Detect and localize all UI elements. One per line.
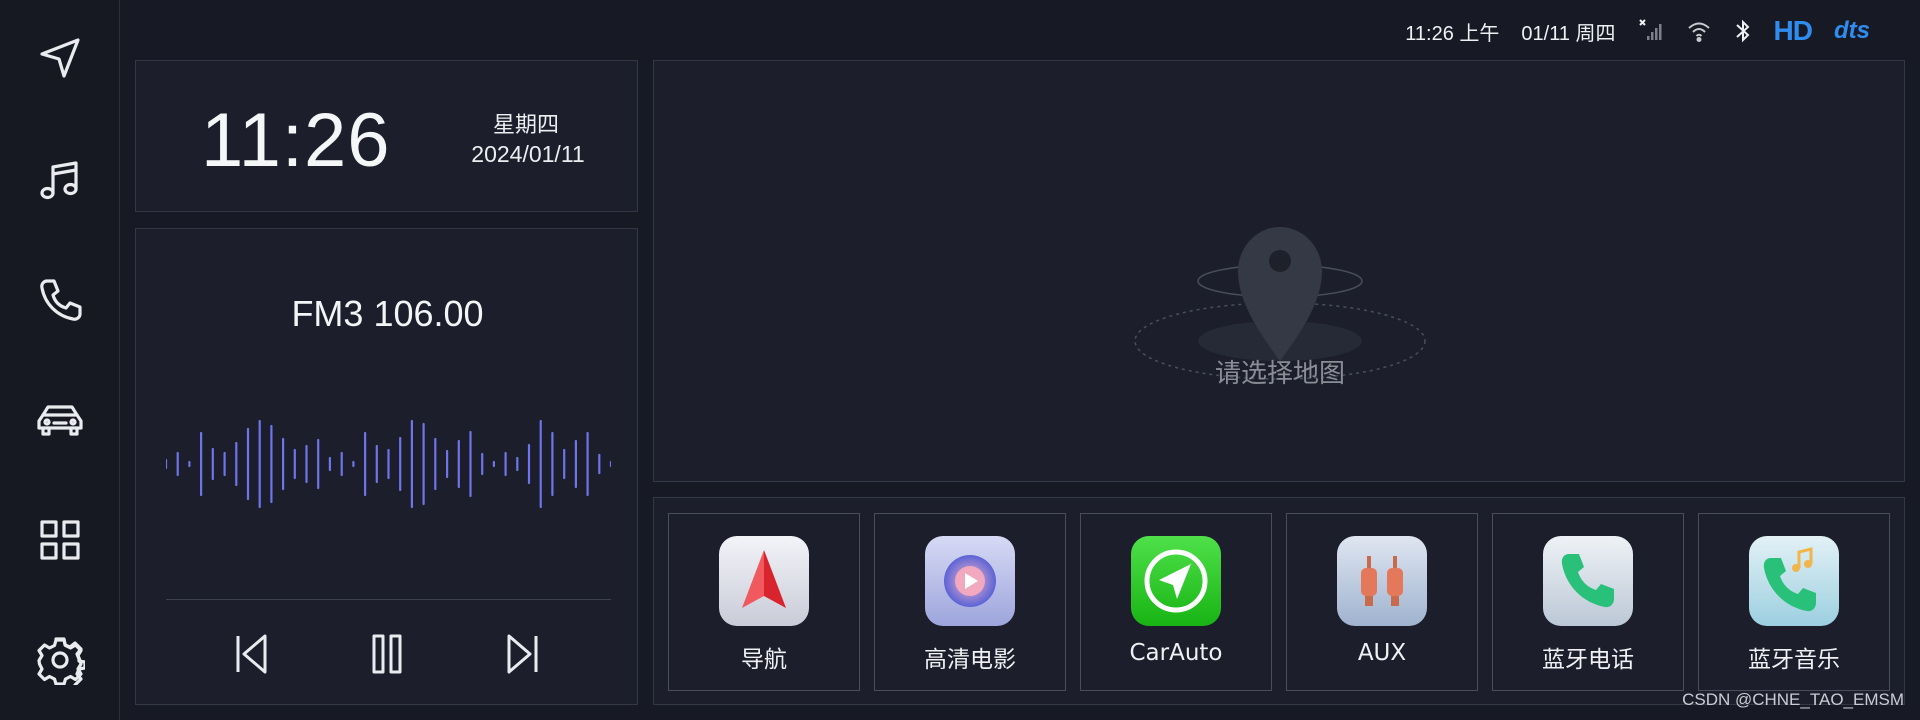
settings-gear-icon — [37, 637, 85, 685]
app-label: 导航 — [741, 647, 787, 673]
navigation-icon — [40, 38, 80, 78]
app-label: 蓝牙电话 — [1542, 647, 1634, 673]
app-tile-navigation[interactable]: 导航 — [668, 513, 860, 691]
app-label: 高清电影 — [924, 647, 1016, 673]
nav-apps-button[interactable] — [30, 510, 90, 570]
bluetooth-phone-app-icon — [1543, 536, 1633, 626]
clock-date: 2024/01/11 — [471, 141, 585, 167]
clock-widget[interactable]: 11:26 星期四 2024/01/11 — [135, 60, 638, 212]
hd-badge: HD — [1773, 15, 1813, 46]
wifi-icon — [1686, 19, 1712, 43]
app-label: CarAuto — [1129, 640, 1223, 666]
map-widget[interactable]: 请选择地图 — [653, 60, 1905, 482]
phone-icon — [40, 279, 82, 321]
app-tile-aux[interactable]: AUX — [1286, 513, 1478, 691]
nav-music-button[interactable] — [30, 150, 90, 210]
app-tile-bluetooth-phone[interactable]: 蓝牙电话 — [1492, 513, 1684, 691]
pause-icon — [372, 634, 402, 674]
music-icon — [40, 161, 78, 200]
aux-app-icon — [1337, 536, 1427, 626]
app-label: AUX — [1357, 640, 1407, 666]
audio-waveform — [166, 419, 611, 509]
apps-grid-icon — [40, 520, 80, 560]
radio-station-label: FM3 106.00 — [291, 293, 484, 334]
next-button[interactable] — [493, 624, 553, 684]
carauto-app-icon — [1131, 536, 1221, 626]
app-tile-movie[interactable]: 高清电影 — [874, 513, 1066, 691]
previous-button[interactable] — [221, 624, 281, 684]
pause-button[interactable] — [357, 624, 417, 684]
nav-navigation-button[interactable] — [30, 28, 90, 88]
radio-widget[interactable]: FM3 106.00 — [135, 228, 638, 705]
app-shortcuts-panel: 导航 高清电影 CarAuto AUX 蓝牙电话 蓝牙音乐 — [653, 497, 1905, 705]
skip-next-icon — [507, 634, 538, 674]
watermark: CSDN @CHNE_TAO_EMSM — [1682, 690, 1904, 709]
status-bar: 11:26 上午 01/11 周四 HD dts — [1405, 14, 1870, 48]
status-time: 11:26 上午 — [1405, 22, 1500, 45]
bluetooth-icon — [1734, 18, 1752, 44]
nav-phone-button[interactable] — [30, 270, 90, 330]
map-select-hint: 请选择地图 — [1214, 359, 1345, 389]
radio-divider — [166, 599, 611, 600]
movie-app-icon — [925, 536, 1015, 626]
clock-weekday: 星期四 — [492, 113, 559, 138]
status-date: 01/11 周四 — [1521, 22, 1616, 45]
skip-previous-icon — [236, 634, 267, 674]
app-tile-carauto[interactable]: CarAuto — [1080, 513, 1272, 691]
nav-car-button[interactable] — [30, 390, 90, 450]
dts-badge: dts — [1834, 17, 1870, 44]
clock-time: 11:26 — [201, 98, 391, 183]
bluetooth-music-app-icon — [1749, 536, 1839, 626]
app-tile-bluetooth-music[interactable]: 蓝牙音乐 — [1698, 513, 1890, 691]
cellular-signal-icon — [1638, 18, 1664, 44]
side-navigation-rail — [0, 0, 120, 720]
nav-settings-button[interactable] — [30, 630, 90, 690]
navigation-app-icon — [719, 536, 809, 626]
car-icon — [37, 405, 83, 436]
app-label: 蓝牙音乐 — [1748, 647, 1840, 673]
